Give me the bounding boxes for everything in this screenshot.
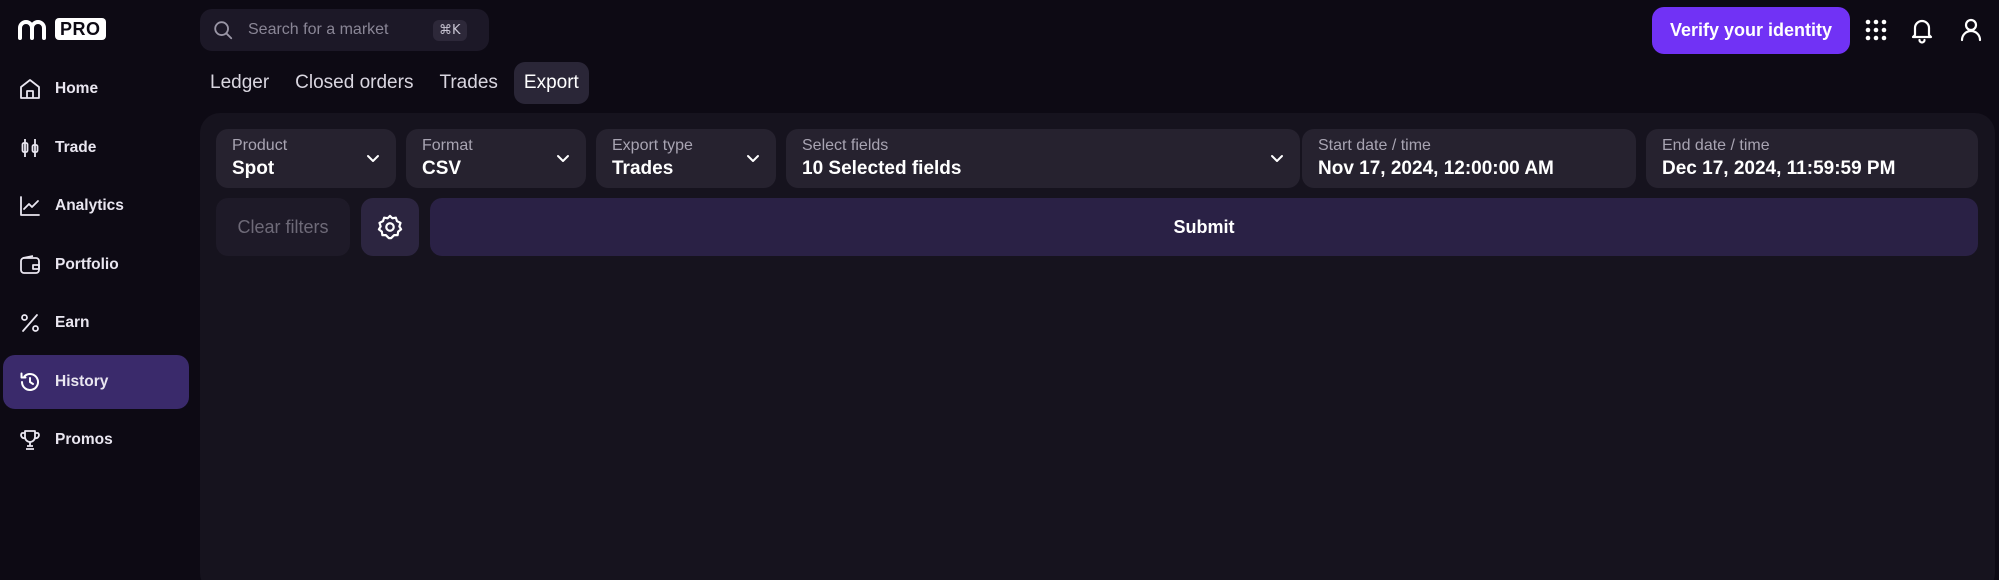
sidebar-item-label: Earn (55, 314, 90, 331)
export-type-select[interactable]: Export type Trades (596, 129, 776, 188)
search-icon (214, 21, 233, 40)
tab-closed-orders[interactable]: Closed orders (285, 62, 423, 104)
chart-line-icon (20, 196, 40, 216)
market-search[interactable]: ⌘K (200, 9, 489, 51)
tab-export[interactable]: Export (513, 62, 589, 104)
search-input[interactable] (248, 21, 433, 39)
start-date-value: Nov 17, 2024, 12:00:00 AM (1318, 158, 1554, 179)
bell-icon[interactable] (1908, 16, 1936, 44)
end-date-field[interactable]: End date / time Dec 17, 2024, 11:59:59 P… (1646, 129, 1978, 188)
sidebar-item-home[interactable]: Home (3, 62, 189, 116)
sidebar-item-label: Home (55, 80, 99, 97)
gear-icon (377, 214, 403, 240)
apps-grid-icon[interactable] (1862, 16, 1890, 44)
home-icon (20, 79, 40, 99)
kraken-logo-icon (18, 20, 46, 40)
candlestick-icon (21, 138, 39, 157)
export-type-label: Export type (612, 137, 693, 154)
history-tabs: Ledger Closed orders Trades Export (200, 62, 589, 104)
start-date-field[interactable]: Start date / time Nov 17, 2024, 12:00:00… (1302, 129, 1636, 188)
select-fields-value: 10 Selected fields (802, 158, 962, 179)
format-value: CSV (422, 158, 462, 179)
submit-button[interactable]: Submit (430, 198, 1978, 256)
sidebar-item-label: Analytics (55, 197, 124, 214)
select-fields-dropdown[interactable]: Select fields 10 Selected fields (786, 129, 1300, 188)
start-date-label: Start date / time (1318, 137, 1431, 154)
clear-filters-button[interactable]: Clear filters (216, 198, 350, 256)
sidebar-item-analytics[interactable]: Analytics (3, 179, 189, 233)
format-select[interactable]: Format CSV (406, 129, 586, 188)
kraken-pro-logo[interactable]: PRO (18, 17, 106, 41)
user-icon[interactable] (1957, 16, 1985, 44)
sidebar-item-promos[interactable]: Promos (3, 413, 189, 467)
chevron-down-icon (747, 155, 759, 162)
sidebar-nav: Home Trade Analytics Portfolio Earn Hist… (3, 62, 189, 472)
end-date-value: Dec 17, 2024, 11:59:59 PM (1662, 158, 1896, 179)
search-shortcut-badge: ⌘K (433, 19, 467, 41)
sidebar-item-history[interactable]: History (3, 354, 189, 409)
format-label: Format (422, 137, 473, 154)
percent-icon (21, 314, 39, 332)
trophy-icon (20, 430, 40, 450)
settings-button[interactable] (361, 198, 419, 256)
sidebar-item-label: Portfolio (55, 255, 119, 273)
product-value: Spot (232, 158, 275, 179)
sidebar-item-portfolio[interactable]: Portfolio (3, 238, 189, 292)
sidebar-item-label: Trade (55, 138, 97, 156)
sidebar: PRO Home Trade Analytics Portfolio Earn … (0, 0, 200, 580)
wallet-icon (20, 254, 40, 274)
chevron-down-icon (367, 155, 379, 162)
verify-identity-button[interactable]: Verify your identity (1652, 7, 1850, 54)
export-type-value: Trades (612, 158, 674, 179)
product-label: Product (232, 137, 288, 154)
select-fields-label: Select fields (802, 137, 889, 154)
sidebar-item-label: Promos (55, 431, 113, 448)
tab-trades[interactable]: Trades (429, 62, 507, 104)
chevron-down-icon (557, 155, 569, 162)
history-icon (20, 372, 39, 391)
tab-ledger[interactable]: Ledger (200, 62, 279, 104)
pro-badge: PRO (55, 18, 106, 40)
export-panel: Product Spot Format CSV Export type Trad… (200, 113, 1995, 580)
sidebar-item-trade[interactable]: Trade (3, 121, 189, 175)
sidebar-item-label: History (55, 372, 109, 390)
sidebar-item-earn[interactable]: Earn (3, 296, 189, 350)
product-select[interactable]: Product Spot (216, 129, 396, 188)
chevron-down-icon (1271, 155, 1283, 162)
end-date-label: End date / time (1662, 137, 1770, 154)
